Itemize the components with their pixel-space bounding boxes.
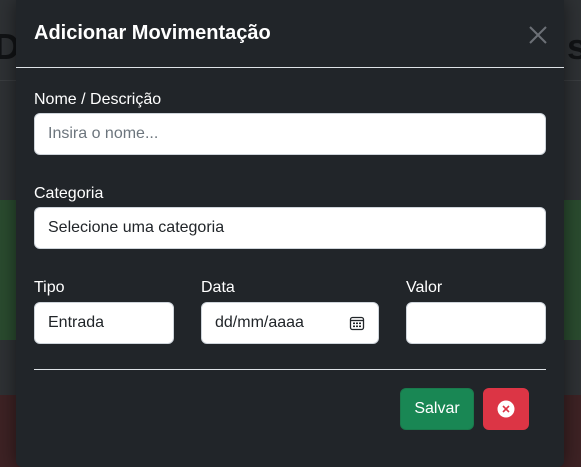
name-input-placeholder: Insira o nome... bbox=[48, 125, 159, 142]
save-button[interactable]: Salvar bbox=[400, 388, 474, 430]
category-label: Categoria bbox=[34, 185, 104, 202]
date-input[interactable]: dd/mm/aaaa bbox=[201, 302, 379, 344]
category-select-value: Selecione uma categoria bbox=[48, 219, 225, 236]
close-button[interactable] bbox=[524, 21, 552, 49]
type-label: Tipo bbox=[34, 279, 65, 296]
x-circle-icon bbox=[497, 400, 515, 418]
add-transaction-modal: Adicionar Movimentação Nome / Descrição … bbox=[16, 0, 564, 467]
name-label: Nome / Descrição bbox=[34, 91, 162, 108]
type-select[interactable]: Entrada bbox=[34, 302, 174, 344]
date-input-placeholder: dd/mm/aaaa bbox=[215, 314, 304, 331]
modal-title: Adicionar Movimentação bbox=[34, 22, 271, 44]
cancel-button[interactable] bbox=[483, 388, 529, 430]
amount-input[interactable] bbox=[406, 302, 546, 344]
close-icon bbox=[529, 26, 547, 44]
type-select-value: Entrada bbox=[48, 314, 105, 331]
modal-header: Adicionar Movimentação bbox=[16, 0, 564, 68]
amount-label: Valor bbox=[406, 279, 443, 296]
category-select[interactable]: Selecione uma categoria bbox=[34, 207, 546, 249]
calendar-icon[interactable] bbox=[349, 315, 365, 331]
background-heading-right: s bbox=[566, 26, 581, 67]
name-input[interactable]: Insira o nome... bbox=[34, 113, 546, 155]
modal-footer-divider bbox=[34, 369, 546, 370]
date-label: Data bbox=[201, 279, 235, 296]
